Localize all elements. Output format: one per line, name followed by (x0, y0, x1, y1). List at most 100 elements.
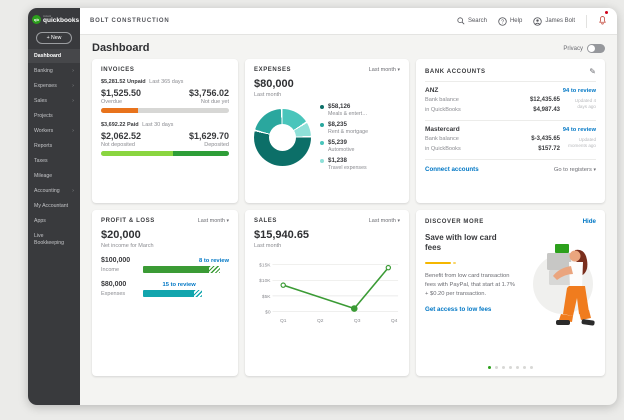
expenses-review-link[interactable]: 15 to review (163, 282, 196, 288)
hide-link[interactable]: Hide (583, 218, 596, 225)
connect-accounts-link[interactable]: Connect accounts (425, 166, 479, 173)
mastercard-review-link[interactable]: 94 to review (563, 127, 596, 133)
bank-accounts-card[interactable]: BANK ACCOUNTS ✎ ANZ 94 to review Bank ba… (416, 59, 605, 203)
search-button[interactable]: Search (457, 17, 487, 25)
expenses-bar-hatched (193, 290, 203, 297)
profit-loss-title: PROFIT & LOSS (101, 218, 155, 224)
page-title: Dashboard (92, 42, 150, 54)
profit-loss-card[interactable]: PROFIT & LOSS Last month ▾ $20,000 Net i… (92, 210, 238, 376)
carousel-dot[interactable] (488, 366, 491, 369)
expenses-label: Expenses (101, 290, 126, 297)
paid-label: Paid (127, 122, 139, 128)
sidebar-item-label: Workers (34, 128, 54, 135)
page-header: Dashboard Privacy (80, 35, 617, 59)
privacy-label: Privacy (563, 45, 583, 52)
overdue-amount: $1,525.50 (101, 88, 142, 98)
income-bar (143, 266, 229, 273)
not-due-label: Not due yet (200, 99, 229, 105)
go-to-registers-dropdown[interactable]: Go to registers ▾ (554, 167, 596, 173)
sidebar-item-banking[interactable]: Banking › (28, 63, 80, 78)
sidebar-item-projects[interactable]: Projects (28, 109, 80, 124)
sidebar-item-expenses[interactable]: Expenses › (28, 79, 80, 94)
x-tick: Q2 (317, 318, 324, 324)
expenses-card[interactable]: EXPENSES Last month ▾ $80,000 Last month… (245, 59, 409, 203)
new-button[interactable]: + New (36, 31, 72, 44)
company-name: BOLT CONSTRUCTION (90, 18, 170, 24)
privacy-toggle[interactable] (587, 44, 605, 53)
sidebar-item-apps[interactable]: Apps (28, 214, 80, 229)
unpaid-summary: $5,281.52 Unpaid Last 365 days (101, 79, 229, 85)
income-review-link[interactable]: 8 to review (199, 258, 229, 264)
income-bar-hatched (209, 266, 221, 273)
bank-balance-value: $-3,435.65 (531, 136, 560, 143)
sidebar-item-dashboard[interactable]: Dashboard (28, 48, 80, 64)
sales-title: SALES (254, 218, 278, 224)
data-point-marker[interactable] (280, 282, 286, 288)
sidebar-item-label: My Accountant (34, 203, 69, 210)
data-point-marker-selected[interactable] (350, 305, 358, 312)
carousel-dot[interactable] (530, 366, 533, 369)
sidebar-item-workers[interactable]: Workers › (28, 124, 80, 139)
data-point-marker[interactable] (385, 264, 392, 271)
get-access-link[interactable]: Get access to low fees (425, 306, 491, 313)
sales-total: $15,940.65 (254, 229, 310, 241)
y-tick: $0 (265, 309, 271, 315)
y-tick: $15K (259, 263, 271, 269)
divider (425, 159, 596, 161)
help-label: Help (509, 18, 523, 24)
edit-pencil-icon[interactable]: ✎ (589, 67, 596, 76)
x-tick: Q4 (391, 318, 398, 324)
sales-card[interactable]: SALES Last month ▾ $15,940.65 Last month… (245, 210, 409, 376)
not-due-amount: $3,756.02 (188, 88, 229, 98)
invoices-card[interactable]: INVOICES $5,281.52 Unpaid Last 365 days … (92, 59, 238, 203)
notifications-button[interactable] (598, 11, 608, 30)
carousel-dot[interactable] (495, 366, 498, 369)
bank-balance-label: Bank balance (425, 97, 459, 103)
notification-dot (605, 11, 608, 14)
sidebar-item-my-accountant[interactable]: My Accountant (28, 199, 80, 214)
sidebar: qb intuit quickbooks + New Dashboard Ban… (28, 8, 80, 405)
filter-label: Last month (197, 218, 225, 224)
not-deposited-label: Not deposited (101, 142, 135, 148)
sidebar-item-taxes[interactable]: Taxes (28, 154, 80, 169)
sales-line-chart: $15K $10K $5K $0 Q1 Q2 Q3 Q4 (259, 263, 399, 324)
legend-item: $8,235 Rent & mortgage (320, 121, 400, 135)
chevron-right-icon: › (72, 128, 74, 135)
sidebar-item-sales[interactable]: Sales › (28, 94, 80, 109)
income-group: $100,000 8 to review Income (101, 257, 229, 273)
legend-label: Travel expenses (328, 165, 367, 171)
account-balances: Bank balance in QuickBooks $12,435.65 $4… (425, 96, 596, 115)
sidebar-item-live-bookkeeping[interactable]: Live Bookkeeping (28, 229, 80, 250)
carousel-dot[interactable] (523, 366, 526, 369)
user-menu[interactable]: James Bolt (533, 16, 575, 26)
accent-bar (425, 261, 451, 265)
overdue-label: Overdue (101, 99, 123, 105)
x-tick: Q1 (280, 318, 287, 324)
sidebar-item-reports[interactable]: Reports (28, 139, 80, 154)
toggle-knob (588, 45, 595, 52)
quickbooks-balance-value: $157.72 (538, 145, 560, 152)
chevron-down-icon: ▾ (593, 166, 596, 173)
divider (425, 81, 596, 82)
anz-review-link[interactable]: 94 to review (563, 88, 596, 94)
sidebar-item-mileage[interactable]: Mileage (28, 169, 80, 184)
sales-filter-dropdown[interactable]: Last month ▾ (369, 218, 400, 224)
chevron-right-icon: › (72, 82, 74, 89)
expenses-legend: $58,126 Meals & entert… $8,235 Rent & mo… (320, 103, 400, 171)
expenses-bar-solid (143, 290, 194, 297)
carousel-dot[interactable] (516, 366, 519, 369)
sidebar-item-label: Banking (34, 67, 53, 74)
quickbooks-balance-value: $4,987.43 (533, 106, 560, 113)
legend-item: $5,239 Automotive (320, 139, 400, 153)
sidebar-item-label: Sales (34, 98, 47, 105)
discover-more-card[interactable]: DISCOVER MORE Hide Save with low card fe… (416, 210, 605, 376)
legend-label: Automotive (328, 147, 355, 153)
updated-note: Updated moments ago (568, 137, 596, 149)
sidebar-item-accounting[interactable]: Accounting › (28, 184, 80, 199)
carousel-dot[interactable] (502, 366, 505, 369)
carousel-dot[interactable] (509, 366, 512, 369)
expenses-filter-dropdown[interactable]: Last month ▾ (369, 67, 400, 73)
expenses-group: $80,000 15 to review Expenses (101, 281, 229, 297)
profit-loss-filter-dropdown[interactable]: Last month ▾ (198, 218, 229, 224)
help-button[interactable]: ? Help (498, 16, 523, 26)
